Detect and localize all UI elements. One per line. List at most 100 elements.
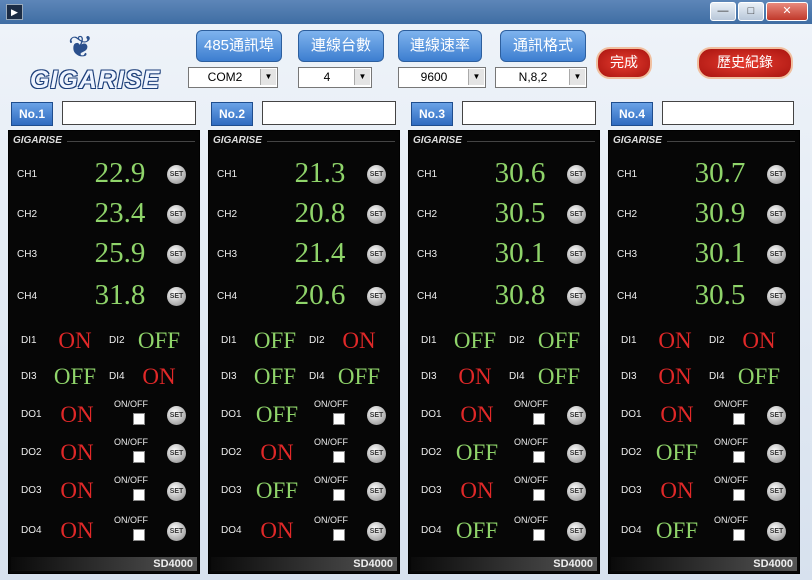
divider	[67, 141, 195, 142]
set-button[interactable]: SET	[567, 205, 586, 224]
maximize-button[interactable]: □	[738, 2, 764, 21]
di-label: DI3	[21, 371, 37, 382]
config-select-1[interactable]: COM2 ▼	[188, 67, 278, 88]
panel-footer: SD4000	[611, 557, 797, 571]
onoff-checkbox[interactable]	[733, 529, 745, 541]
window-controls: — □ ✕	[710, 2, 808, 21]
play-icon: ▶	[6, 4, 23, 20]
select-value: 9600	[420, 70, 448, 84]
set-button[interactable]: SET	[567, 165, 586, 184]
set-button[interactable]: SET	[767, 522, 786, 541]
set-button[interactable]: SET	[767, 245, 786, 264]
set-button[interactable]: SET	[767, 165, 786, 184]
onoff-checkbox[interactable]	[533, 529, 545, 541]
channel-label: CH2	[617, 209, 638, 220]
onoff-checkbox[interactable]	[133, 489, 145, 501]
history-button[interactable]: 歷史紀錄	[697, 47, 793, 79]
set-button[interactable]: SET	[767, 482, 786, 501]
do-state: OFF	[655, 518, 699, 543]
model-label: SD4000	[353, 558, 393, 570]
eagle-icon: ❦	[68, 31, 94, 64]
set-button[interactable]: SET	[567, 444, 586, 463]
do-state: OFF	[455, 440, 499, 465]
di-label: DI2	[509, 335, 525, 346]
set-button[interactable]: SET	[167, 444, 186, 463]
chevron-down-icon[interactable]: ▼	[354, 69, 370, 85]
onoff-checkbox[interactable]	[133, 451, 145, 463]
chevron-down-icon[interactable]: ▼	[260, 69, 276, 85]
onoff-label: ON/OFF	[714, 515, 748, 525]
device-name-input-2[interactable]	[262, 101, 396, 125]
set-button[interactable]: SET	[367, 522, 386, 541]
chevron-down-icon[interactable]: ▼	[569, 69, 585, 85]
device-label-1: No.1	[11, 102, 53, 126]
onoff-checkbox[interactable]	[733, 451, 745, 463]
chevron-down-icon[interactable]: ▼	[468, 69, 484, 85]
config-select-4[interactable]: N,8,2 ▼	[495, 67, 587, 88]
set-button[interactable]: SET	[767, 406, 786, 425]
channel-value: 22.9	[94, 157, 146, 189]
onoff-label: ON/OFF	[514, 399, 548, 409]
set-button[interactable]: SET	[367, 287, 386, 306]
title-bar: ▶ — □ ✕	[0, 0, 812, 24]
config-button-2[interactable]: 連線台數	[298, 30, 384, 62]
channel-label: CH3	[217, 249, 238, 260]
set-button[interactable]: SET	[767, 287, 786, 306]
di-state: OFF	[253, 328, 297, 353]
di-label: DI3	[221, 371, 237, 382]
set-button[interactable]: SET	[567, 287, 586, 306]
onoff-checkbox[interactable]	[333, 413, 345, 425]
device-name-input-4[interactable]	[662, 101, 794, 125]
set-button[interactable]: SET	[167, 287, 186, 306]
done-button[interactable]: 完成	[596, 47, 652, 79]
di-state: ON	[742, 328, 776, 353]
onoff-checkbox[interactable]	[333, 529, 345, 541]
set-button[interactable]: SET	[567, 482, 586, 501]
set-button[interactable]: SET	[167, 245, 186, 264]
set-button[interactable]: SET	[367, 165, 386, 184]
close-button[interactable]: ✕	[766, 2, 808, 21]
onoff-checkbox[interactable]	[133, 413, 145, 425]
channel-label: CH4	[17, 291, 38, 302]
set-button[interactable]: SET	[367, 444, 386, 463]
config-button-4[interactable]: 通訊格式	[500, 30, 586, 62]
config-button-3[interactable]: 連線速率	[398, 30, 482, 62]
minimize-button[interactable]: —	[710, 2, 736, 21]
config-select-2[interactable]: 4 ▼	[298, 67, 372, 88]
channel-label: CH4	[417, 291, 438, 302]
do-state: ON	[260, 518, 294, 543]
onoff-checkbox[interactable]	[333, 489, 345, 501]
set-button[interactable]: SET	[167, 482, 186, 501]
set-button[interactable]: SET	[367, 245, 386, 264]
set-button[interactable]: SET	[167, 522, 186, 541]
set-button[interactable]: SET	[167, 165, 186, 184]
onoff-checkbox[interactable]	[733, 413, 745, 425]
onoff-label: ON/OFF	[314, 475, 348, 485]
set-button[interactable]: SET	[167, 406, 186, 425]
set-button[interactable]: SET	[767, 205, 786, 224]
set-button[interactable]: SET	[367, 406, 386, 425]
channel-value: 30.7	[694, 157, 746, 189]
set-button[interactable]: SET	[367, 205, 386, 224]
onoff-checkbox[interactable]	[533, 489, 545, 501]
onoff-checkbox[interactable]	[333, 451, 345, 463]
device-label-4: No.4	[611, 102, 653, 126]
config-button-1[interactable]: 485通訊埠	[196, 30, 282, 62]
set-button[interactable]: SET	[567, 406, 586, 425]
set-button[interactable]: SET	[567, 245, 586, 264]
onoff-checkbox[interactable]	[133, 529, 145, 541]
set-button[interactable]: SET	[167, 205, 186, 224]
device-name-input-1[interactable]	[62, 101, 196, 125]
onoff-checkbox[interactable]	[533, 413, 545, 425]
do-state: ON	[60, 518, 94, 543]
panel-brand: GIGARISE	[413, 135, 462, 146]
set-button[interactable]: SET	[767, 444, 786, 463]
onoff-checkbox[interactable]	[733, 489, 745, 501]
panel-brand: GIGARISE	[613, 135, 662, 146]
panel-footer: SD4000	[411, 557, 597, 571]
set-button[interactable]: SET	[367, 482, 386, 501]
onoff-checkbox[interactable]	[533, 451, 545, 463]
device-name-input-3[interactable]	[462, 101, 596, 125]
set-button[interactable]: SET	[567, 522, 586, 541]
config-select-3[interactable]: 9600 ▼	[398, 67, 486, 88]
